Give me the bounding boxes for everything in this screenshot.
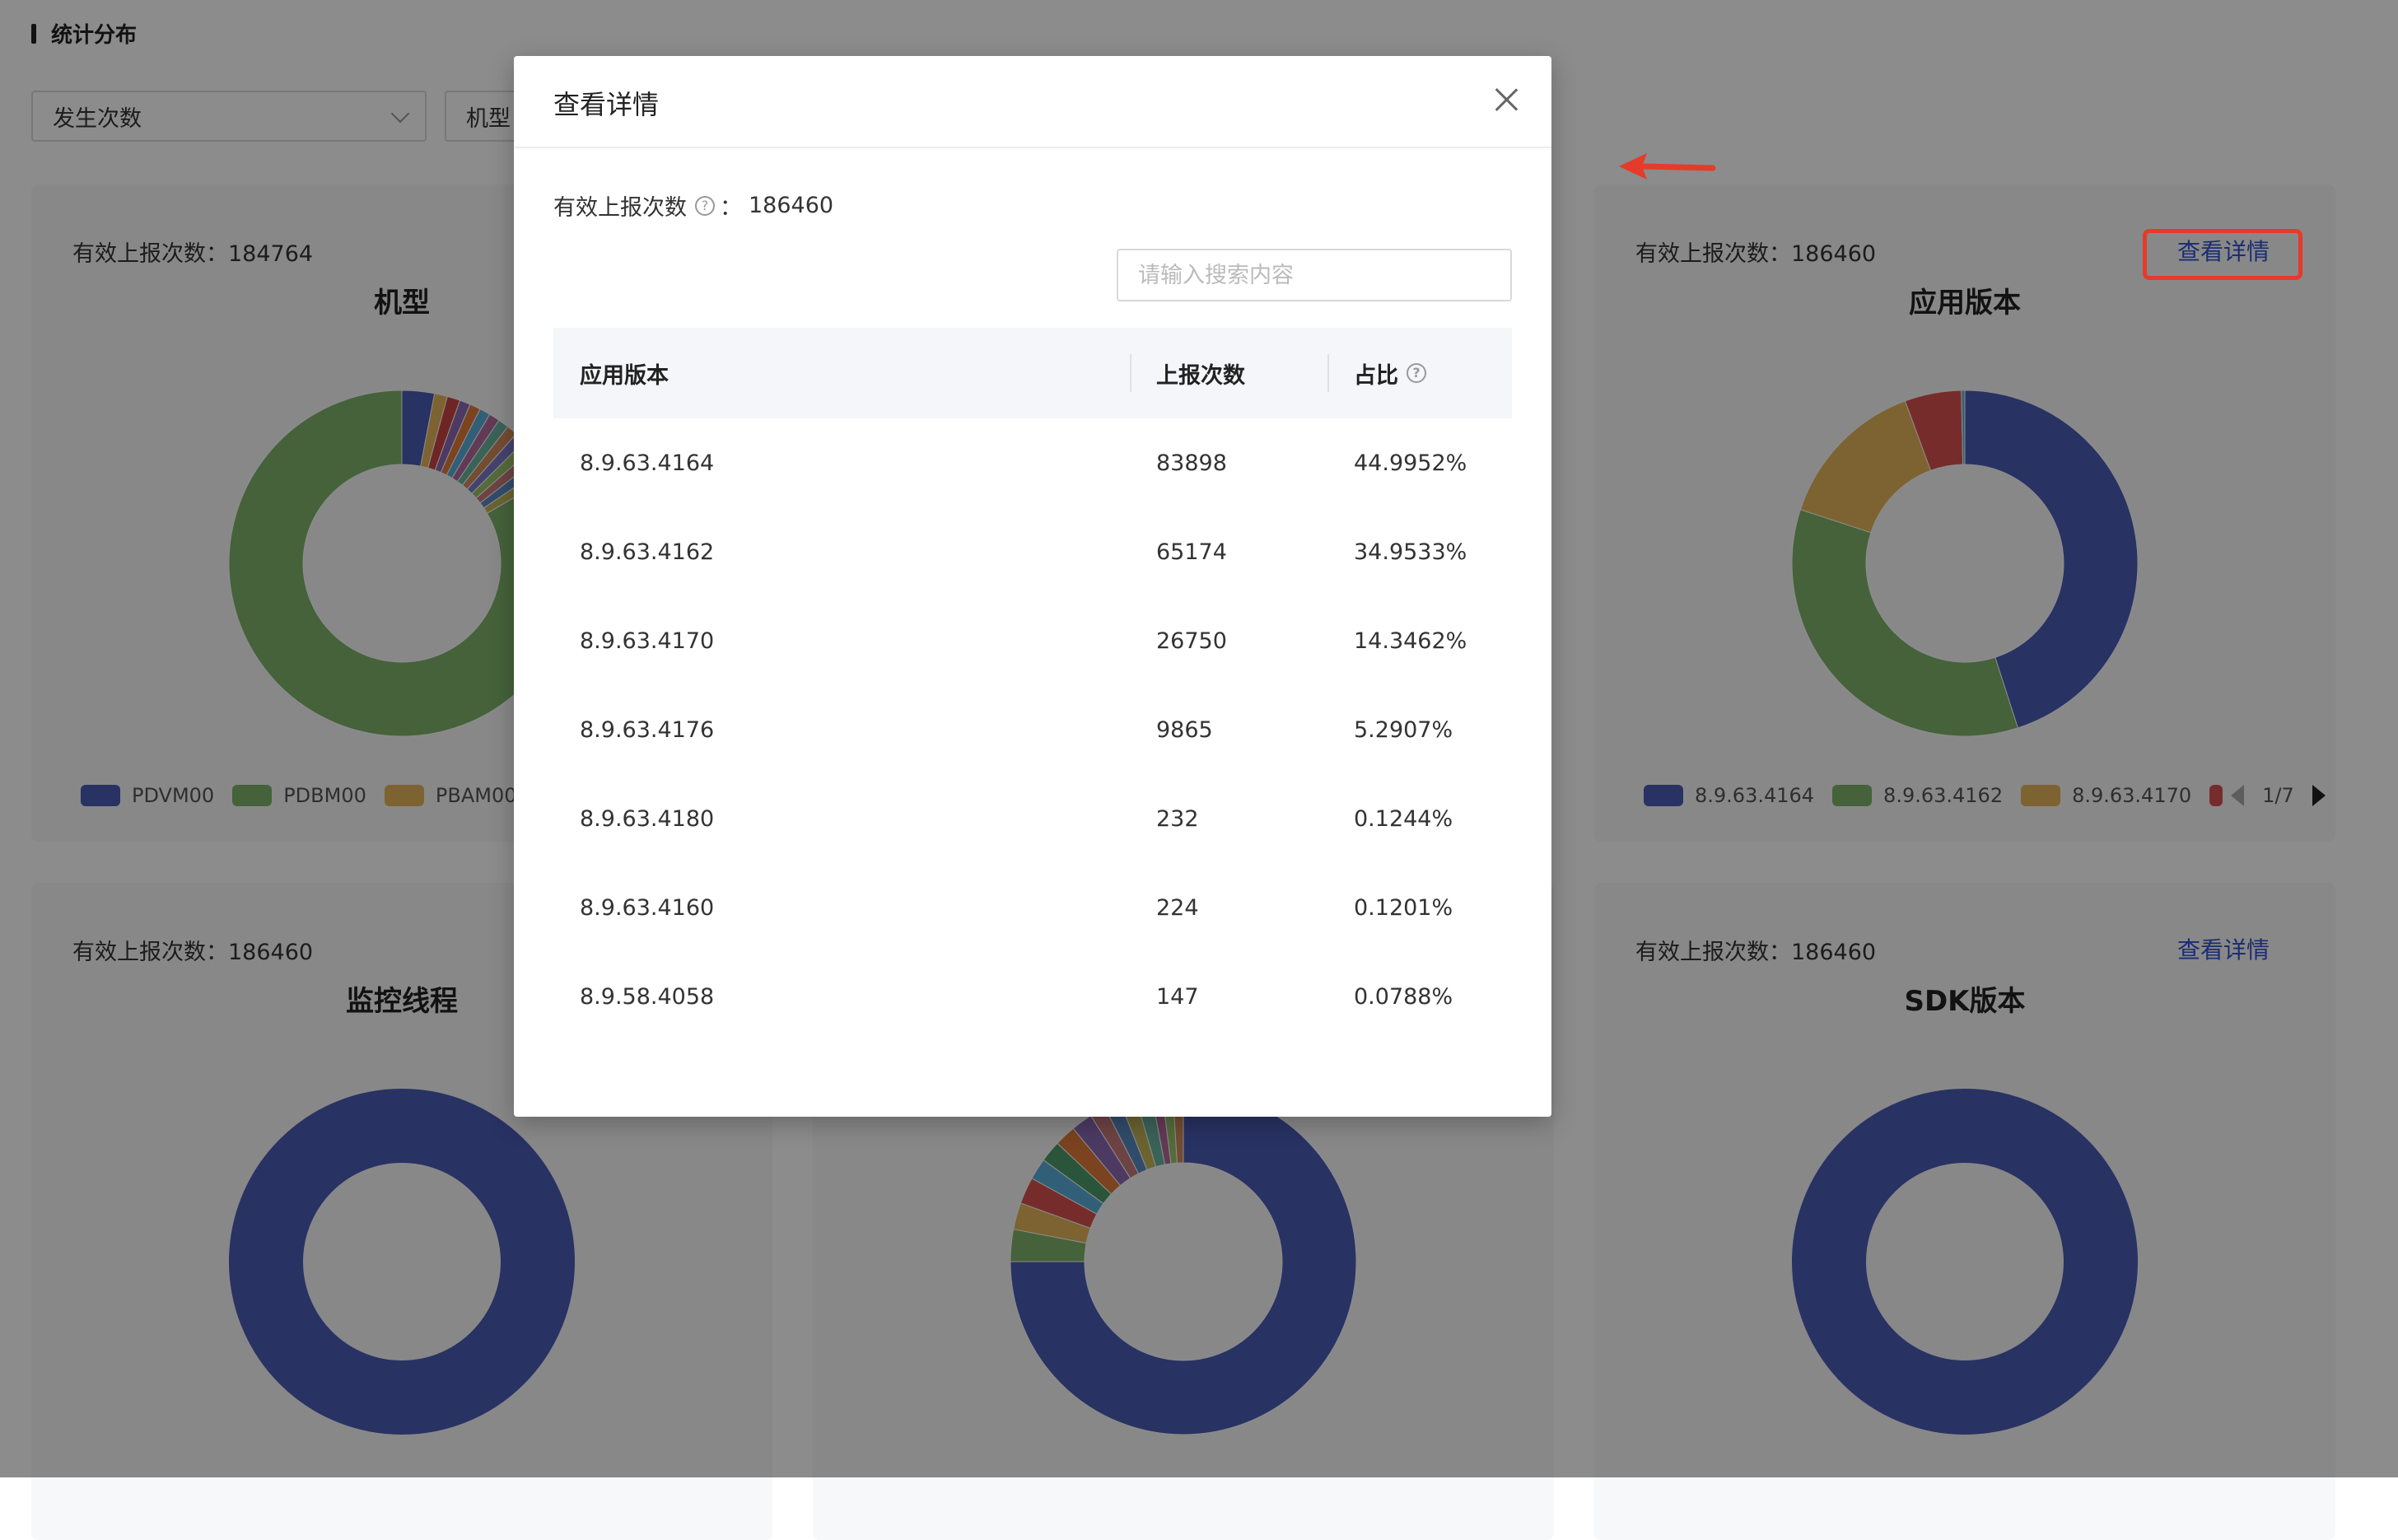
cell-version: 8.9.63.4164 (580, 450, 715, 476)
table-row: 8.9.58.4058 147 0.0788% (553, 952, 1512, 1041)
details-modal: 查看详情 有效上报次数 ? ： 186460 应用版本 上报次数 占比? 8.9… (514, 56, 1551, 1117)
cell-version: 8.9.63.4176 (580, 716, 715, 743)
table-row: 8.9.63.4160 224 0.1201% (553, 863, 1512, 952)
close-icon[interactable] (1494, 87, 1519, 112)
modal-header: 查看详情 (514, 56, 1551, 148)
details-table: 应用版本 上报次数 占比? 8.9.63.4164 83898 44.9952% 8.… (553, 328, 1512, 1041)
cell-count: 26750 (1156, 628, 1227, 654)
cell-version: 8.9.63.4180 (580, 805, 715, 832)
cell-ratio: 14.3462% (1354, 628, 1467, 654)
cell-version: 8.9.63.4170 (580, 628, 715, 654)
table-row: 8.9.63.4170 26750 14.3462% (553, 596, 1512, 685)
cell-count: 83898 (1156, 450, 1227, 476)
column-header-version: 应用版本 (553, 328, 1130, 418)
scroll-fade (514, 1067, 1551, 1117)
help-icon[interactable]: ? (695, 195, 715, 216)
annotation-arrow-icon (1619, 153, 1716, 180)
cell-count: 232 (1156, 805, 1199, 832)
modal-count-value: 186460 (749, 193, 834, 218)
cell-ratio: 34.9533% (1354, 539, 1467, 565)
cell-ratio: 5.2907% (1354, 716, 1453, 743)
table-row: 8.9.63.4180 232 0.1244% (553, 774, 1512, 863)
cell-ratio: 44.9952% (1354, 450, 1467, 476)
cell-count: 9865 (1156, 716, 1213, 743)
annotation-highlight-box (2143, 229, 2302, 280)
modal-title: 查看详情 (553, 89, 660, 120)
table-header-row: 应用版本 上报次数 占比? (553, 328, 1512, 418)
help-icon[interactable]: ? (1407, 363, 1426, 383)
table-row: 8.9.63.4162 65174 34.9533% (553, 507, 1512, 596)
cell-version: 8.9.58.4058 (580, 983, 715, 1010)
cell-version: 8.9.63.4160 (580, 894, 715, 921)
cell-count: 147 (1156, 983, 1199, 1010)
cell-version: 8.9.63.4162 (580, 539, 715, 565)
table-row: 8.9.63.4164 83898 44.9952% (553, 418, 1512, 507)
cell-ratio: 0.0788% (1354, 983, 1453, 1010)
table-row: 8.9.63.4176 9865 5.2907% (553, 685, 1512, 774)
cell-ratio: 0.1201% (1354, 894, 1453, 921)
column-header-count: 上报次数 (1130, 328, 1327, 418)
modal-count-label: 有效上报次数 (553, 195, 687, 221)
cell-count: 224 (1156, 894, 1199, 921)
modal-count: 有效上报次数 ? ： 186460 (553, 189, 833, 222)
cell-ratio: 0.1244% (1354, 805, 1453, 832)
search-input[interactable] (1117, 249, 1512, 301)
column-header-ratio: 占比? (1327, 328, 1512, 418)
cell-count: 65174 (1156, 539, 1227, 565)
